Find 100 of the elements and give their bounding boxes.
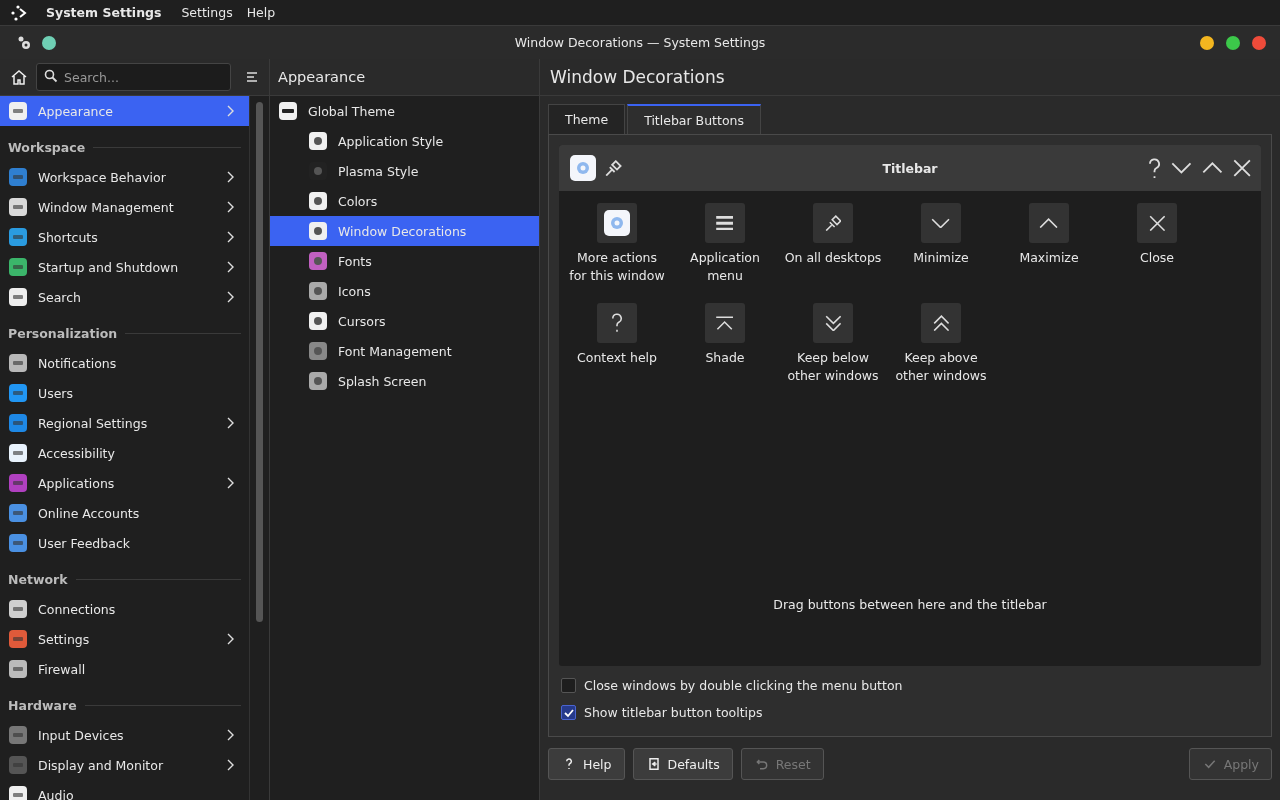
button-label: Context help: [577, 349, 657, 367]
draggable-button[interactable]: [705, 303, 745, 343]
sidebar-item[interactable]: Shortcuts: [0, 222, 249, 252]
menu-icon[interactable]: [245, 70, 259, 84]
gear-tile-icon: [603, 209, 631, 237]
button-label: Keep above other windows: [895, 349, 987, 385]
chevron-up-icon[interactable]: [1202, 162, 1223, 174]
app-tile-icon: [8, 227, 28, 247]
list-item[interactable]: Colors: [270, 186, 539, 216]
list-item[interactable]: Icons: [270, 276, 539, 306]
draggable-button[interactable]: [597, 203, 637, 243]
double-chevron-up-icon: [932, 314, 950, 332]
draggable-button[interactable]: [813, 203, 853, 243]
hamburger-icon: [715, 215, 735, 231]
question-icon[interactable]: [1148, 157, 1162, 179]
checkbox[interactable]: [561, 705, 576, 720]
double-chevron-down-icon: [824, 314, 842, 332]
app-tile-icon: [308, 281, 328, 301]
draggable-button[interactable]: [705, 203, 745, 243]
draggable-button[interactable]: [921, 303, 961, 343]
minimize-button[interactable]: [1200, 35, 1214, 50]
button-label: On all desktops: [784, 249, 882, 267]
app-tile-icon: [8, 443, 28, 463]
section-header: Workspace: [8, 139, 86, 155]
menu-item[interactable]: Settings: [181, 5, 233, 20]
section-header: Personalization: [8, 325, 118, 341]
section-header: Hardware: [8, 697, 77, 713]
draggable-button[interactable]: [1029, 203, 1069, 243]
sidebar-item[interactable]: Display and Monitor: [0, 750, 249, 780]
app-tile-icon: [8, 725, 28, 745]
app-tile-icon: [8, 659, 28, 679]
app-tile-icon: [308, 311, 328, 331]
app-tile-icon: [8, 383, 28, 403]
app-tile-icon: [8, 533, 28, 553]
sidebar-item[interactable]: Settings: [0, 624, 249, 654]
sidebar-item[interactable]: User Feedback: [0, 528, 249, 558]
sidebar-item[interactable]: Window Management: [0, 192, 249, 222]
gear-tile-icon[interactable]: [569, 154, 597, 182]
list-item[interactable]: Cursors: [270, 306, 539, 336]
sidebar-item[interactable]: Accessibility: [0, 438, 249, 468]
sidebar-item[interactable]: Notifications: [0, 348, 249, 378]
sidebar-item[interactable]: Search: [0, 282, 249, 312]
bar-chevron-icon: [715, 315, 735, 331]
draggable-button[interactable]: [813, 303, 853, 343]
button-label: Close: [1139, 249, 1175, 267]
app-name: System Settings: [46, 5, 162, 20]
sidebar-item[interactable]: Online Accounts: [0, 498, 249, 528]
close-button[interactable]: [1252, 35, 1266, 50]
close-icon: [1148, 214, 1166, 232]
scrollbar-thumb[interactable]: [256, 102, 263, 622]
app-tile-icon: [8, 599, 28, 619]
list-item[interactable]: Global Theme: [270, 96, 539, 126]
checkbox-label: Close windows by double clicking the menu button: [584, 678, 903, 693]
list-item[interactable]: Window Decorations: [270, 216, 539, 246]
tab[interactable]: Titlebar Buttons: [627, 104, 761, 134]
sidebar-item[interactable]: Firewall: [0, 654, 249, 684]
app-tile-icon: [8, 503, 28, 523]
app-logo-icon: [10, 3, 28, 22]
menu-item[interactable]: Help: [246, 5, 276, 20]
sidebar-item[interactable]: Startup and Shutdown: [0, 252, 249, 282]
chevron-down-icon[interactable]: [1171, 162, 1192, 174]
search-field[interactable]: Search...: [36, 63, 231, 91]
list-item[interactable]: Font Management: [270, 336, 539, 366]
status-dot-icon[interactable]: [42, 35, 56, 50]
sidebar-item[interactable]: Users: [0, 378, 249, 408]
app-tile-icon: [8, 413, 28, 433]
app-tile-icon: [8, 197, 28, 217]
sidebar-item[interactable]: Connections: [0, 594, 249, 624]
sidebar-item[interactable]: Appearance: [0, 96, 249, 126]
list-item[interactable]: Application Style: [270, 126, 539, 156]
sidebar-item[interactable]: Audio: [0, 780, 249, 800]
page-title: Appearance: [278, 69, 366, 85]
sidebar-item[interactable]: Applications: [0, 468, 249, 498]
app-tile-icon: [8, 353, 28, 373]
draggable-button[interactable]: [1137, 203, 1177, 243]
app-tile-icon: [8, 101, 28, 121]
app-tile-icon: [308, 251, 328, 271]
help-button[interactable]: Help: [548, 748, 625, 780]
list-item[interactable]: Fonts: [270, 246, 539, 276]
gears-icon[interactable]: [16, 34, 32, 51]
checkbox[interactable]: [561, 678, 576, 693]
tab[interactable]: Theme: [548, 104, 626, 134]
app-tile-icon: [8, 257, 28, 277]
list-item[interactable]: Splash Screen: [270, 366, 539, 396]
close-icon[interactable]: [1232, 158, 1251, 178]
list-item[interactable]: Plasma Style: [270, 156, 539, 186]
question-icon: [611, 313, 623, 333]
defaults-button[interactable]: Defaults: [632, 748, 733, 780]
sidebar-item[interactable]: Input Devices: [0, 720, 249, 750]
app-tile-icon: [8, 755, 28, 775]
search-icon: [44, 69, 58, 83]
app-tile-icon: [278, 101, 298, 121]
draggable-button[interactable]: [921, 203, 961, 243]
sidebar-item[interactable]: Regional Settings: [0, 408, 249, 438]
home-icon[interactable]: [10, 68, 28, 86]
draggable-button[interactable]: [597, 303, 637, 343]
sidebar-item[interactable]: Workspace Behavior: [0, 162, 249, 192]
maximize-button[interactable]: [1226, 35, 1240, 50]
page-title: Window Decorations: [550, 67, 725, 87]
pin-icon[interactable]: [605, 159, 622, 177]
